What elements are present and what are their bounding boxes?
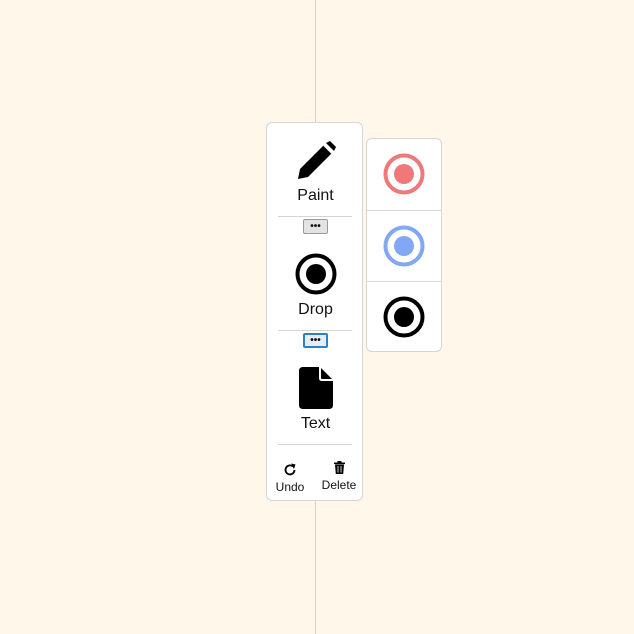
drop-color-palette [366,138,442,352]
drop-more-button[interactable]: ••• [303,333,328,348]
target-icon [383,225,425,267]
divider [278,330,352,331]
trash-icon [319,461,359,476]
delete-button[interactable]: Delete [319,461,359,494]
paint-tool-button[interactable]: Paint [267,131,364,211]
undo-icon [273,463,307,478]
text-tool-label: Text [300,415,331,432]
color-swatch-blue[interactable] [367,211,441,282]
color-swatch-red[interactable] [367,139,441,210]
divider [278,216,352,217]
target-icon [383,153,425,195]
undo-label: Undo [275,480,305,494]
canvas[interactable]: Paint ••• Drop ••• Text Undo Delete [0,0,634,634]
undo-button[interactable]: Undo [273,463,307,496]
delete-label: Delete [321,478,357,492]
target-icon [295,253,337,300]
divider [278,444,352,445]
tool-toolbar: Paint ••• Drop ••• Text Undo Delete [266,122,363,501]
drop-tool-button[interactable]: Drop [267,247,364,327]
pencil-icon [296,141,336,186]
paint-tool-label: Paint [297,187,334,204]
target-icon [383,296,425,338]
drop-tool-label: Drop [298,301,333,318]
paint-more-button[interactable]: ••• [303,219,328,234]
file-icon [298,367,333,414]
text-tool-button[interactable]: Text [267,361,364,441]
color-swatch-black[interactable] [367,282,441,351]
